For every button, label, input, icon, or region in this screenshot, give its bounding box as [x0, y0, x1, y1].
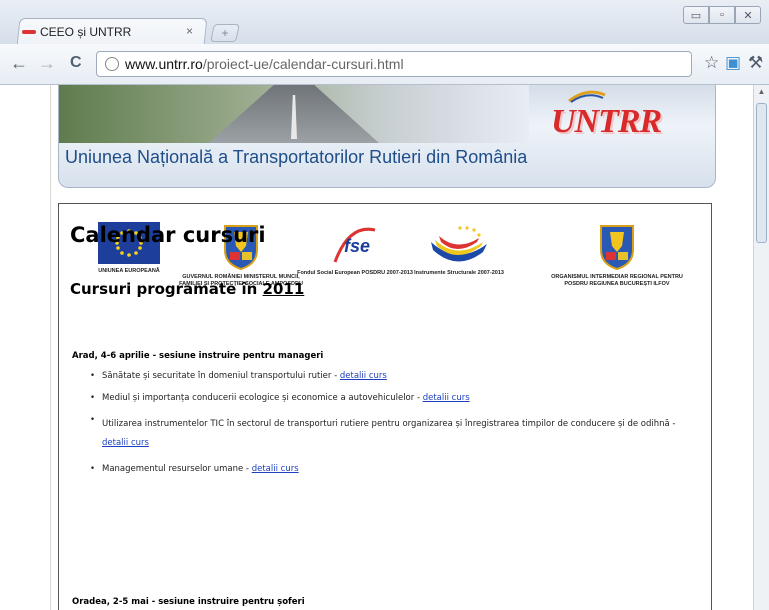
minimize-button[interactable]: ▭ — [683, 6, 709, 24]
plus-icon: + — [221, 26, 229, 40]
list-item: Managementul resurselor umane - detalii … — [90, 464, 690, 475]
reload-icon[interactable]: C — [70, 52, 82, 74]
window-controls: ▭ ▫ ✕ — [683, 6, 761, 24]
section-heading: Cursuri programate în 2011 — [70, 280, 304, 298]
fse-logo-text: fse — [344, 236, 370, 256]
url-host: www.untrr.ro — [125, 56, 203, 72]
maximize-button[interactable]: ▫ — [709, 6, 735, 24]
year-link[interactable]: 2011 — [263, 280, 305, 298]
session-title: Arad, 4-6 aprilie - sesiune instruire pe… — [72, 351, 324, 361]
browser-tab-content[interactable]: CEEO și UNTRR — [22, 22, 131, 42]
course-details-link[interactable]: detalii curs — [252, 464, 299, 474]
left-margin — [0, 85, 51, 610]
close-tab-icon[interactable]: × — [186, 24, 193, 38]
tab-title: CEEO și UNTRR — [40, 25, 132, 39]
course-text: Mediul și importanța conducerii ecologic… — [102, 393, 421, 403]
extension-icon[interactable]: ▣ — [725, 53, 741, 73]
new-tab-button[interactable]: + — [210, 24, 240, 42]
vertical-scrollbar[interactable]: ▲ — [753, 85, 769, 610]
course-details-link[interactable]: detalii curs — [102, 438, 149, 448]
list-item: Utilizarea instrumentelor TIC în sectoru… — [90, 415, 690, 453]
list-item: Mediul și importanța conducerii ecologic… — [90, 393, 690, 404]
course-text: Sănătate și securitate în domeniul trans… — [102, 371, 338, 381]
coat-of-arms-icon — [598, 222, 636, 271]
logo-caption: ORGANISMUL INTERMEDIAR REGIONAL PENTRU P… — [551, 274, 683, 287]
back-icon[interactable]: ← — [10, 52, 28, 74]
section-heading-text: Cursuri programate în — [70, 280, 258, 298]
list-item: Sănătate și securitate în domeniul trans… — [90, 371, 690, 382]
course-details-link[interactable]: detalii curs — [340, 371, 387, 381]
page-icon — [105, 57, 119, 71]
url-path: /proiect-ue/calendar-cursuri.html — [202, 56, 404, 72]
star-icon[interactable]: ☆ — [704, 53, 719, 73]
logo-instrumente-structurale: Instrumente Structurale 2007-2013 — [389, 222, 529, 277]
road-photo — [59, 85, 529, 143]
wrench-icon[interactable]: ⚒ — [748, 53, 763, 73]
close-window-button[interactable]: ✕ — [735, 6, 761, 24]
untrr-swoosh-icon — [568, 90, 606, 103]
course-list: Sănătate și securitate în domeniul trans… — [90, 371, 690, 486]
address-bar[interactable]: www.untrr.ro/proiect-ue/calendar-cursuri… — [96, 51, 692, 77]
site-header-banner: UNTRR Uniunea Națională a Transportatori… — [58, 85, 716, 188]
page-viewport: UNTRR Uniunea Națională a Transportatori… — [0, 85, 769, 610]
scroll-up-icon[interactable]: ▲ — [754, 85, 769, 99]
course-text: Managementul resurselor umane - — [102, 464, 249, 474]
logo-caption: Instrumente Structurale 2007-2013 — [414, 270, 504, 276]
favicon-icon — [22, 27, 36, 37]
browser-titlebar: CEEO și UNTRR × + ▭ ▫ ✕ — [0, 0, 769, 46]
forward-icon[interactable]: → — [38, 52, 56, 74]
site-title: Uniunea Națională a Transportatorilor Ru… — [65, 147, 528, 167]
scroll-thumb[interactable] — [756, 103, 767, 243]
structural-instruments-icon — [427, 222, 491, 266]
course-text: Utilizarea instrumentelor TIC în sectoru… — [102, 419, 676, 429]
fse-logo-icon: fse — [329, 222, 381, 266]
course-details-link[interactable]: detalii curs — [423, 393, 470, 403]
page-title: Calendar cursuri — [70, 223, 266, 247]
session-title: Oradea, 2-5 mai - sesiune instruire pent… — [72, 597, 305, 607]
logo-intermediate-body: ORGANISMUL INTERMEDIAR REGIONAL PENTRU P… — [547, 222, 687, 288]
browser-toolbar: ← → C www.untrr.ro/proiect-ue/calendar-c… — [0, 44, 769, 85]
untrr-logo[interactable]: UNTRR — [551, 103, 662, 141]
